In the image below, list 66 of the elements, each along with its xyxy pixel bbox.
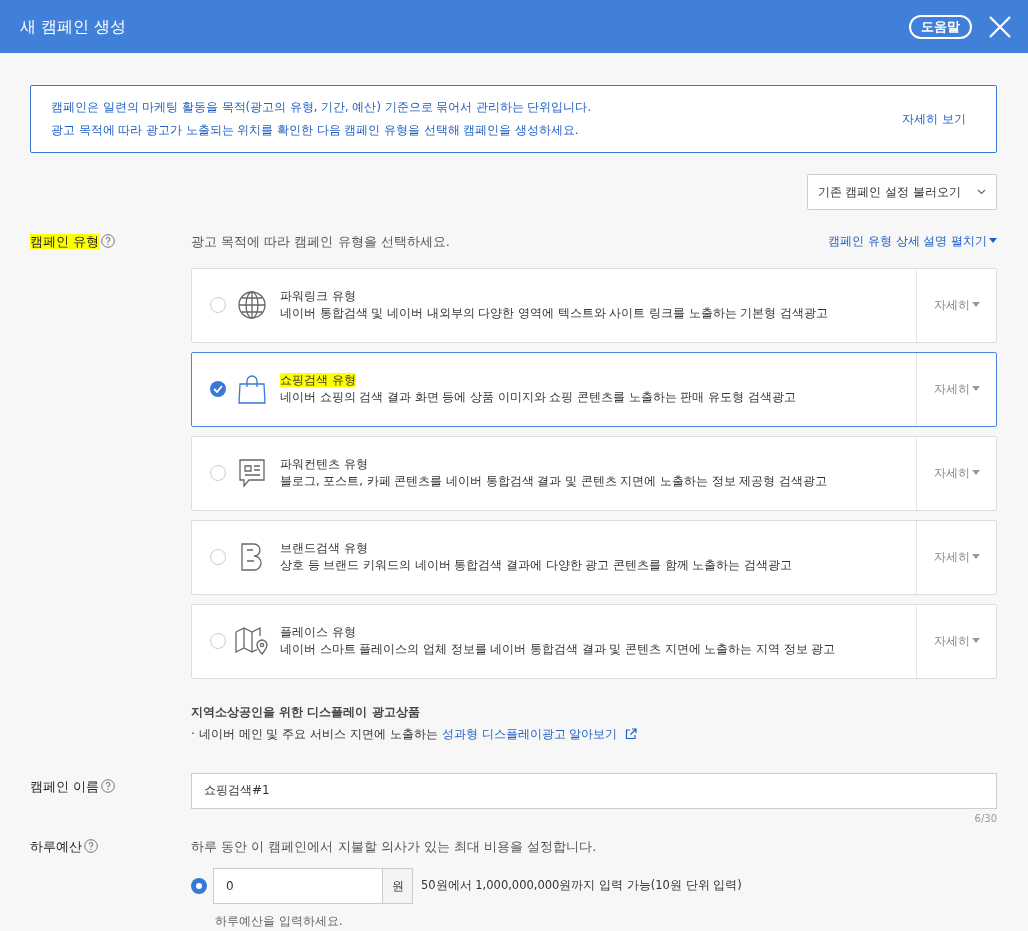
details-dropdown[interactable]: 자세히 <box>916 604 996 678</box>
campaign-type-option[interactable]: 브랜드검색 유형 상호 등 브랜드 키워드의 네이버 통합검색 결과에 다양한 광고 콘텐츠를 함께 노출하는 검색광고 자세히 <box>191 519 997 595</box>
info-text: 캠페인은 일련의 마케팅 활동을 목적(광고의 유형, 기간, 예산) 기준으로 묶어서 관리하는 단위입니다. <box>51 99 593 116</box>
radio-button[interactable] <box>210 381 226 397</box>
window-title: 새 캠페인 생성 <box>20 15 128 38</box>
hint-text: 광고 목적에 따라 캠페인 유형을 선택하세요. <box>191 233 450 251</box>
details-dropdown[interactable]: 자세히 <box>916 352 996 426</box>
caret-icon <box>971 302 980 307</box>
option-title: 브랜드검색 유형 <box>280 540 369 558</box>
check-icon <box>213 385 223 393</box>
help-button[interactable]: 도움말 <box>909 14 972 39</box>
field-label: 캠페인 이름 <box>30 778 100 794</box>
field-label: 하루예산 <box>30 838 82 854</box>
load-settings-dropdown[interactable]: 기존 캠페인 설정 불러오기 <box>806 174 997 210</box>
option-title: 쇼핑검색 유형 <box>280 372 357 390</box>
budget-input[interactable]: 0 <box>213 868 383 904</box>
caret-icon <box>989 238 997 244</box>
radio-button[interactable] <box>191 878 207 894</box>
campaign-type-option[interactable]: 파워컨텐츠 유형 블로그, 포스트, 카페 콘텐츠를 네이버 통합검색 결과 및 콘텐츠 지면에 노출하는 정보 제공형 검색광고 자세히 <box>191 435 997 511</box>
details-dropdown[interactable]: 자세히 <box>916 268 996 342</box>
speech-bubble-icon <box>238 458 266 488</box>
letter-b-icon <box>239 542 265 572</box>
radio-button[interactable] <box>210 465 226 481</box>
caret-icon <box>971 554 980 559</box>
bullet: · <box>191 725 195 743</box>
chevron-down-icon <box>977 189 986 195</box>
caret-icon <box>971 638 980 643</box>
radio-button[interactable] <box>210 297 226 313</box>
radio-button[interactable] <box>210 549 226 565</box>
details-link[interactable]: 자세히 보기 <box>902 110 966 128</box>
caret-icon <box>971 386 980 391</box>
option-description: 상호 등 브랜드 키워드의 네이버 통합검색 결과에 다양한 광고 콘텐츠를 함께 노출하는 검색광고 <box>280 557 792 575</box>
character-counter: 6/30 <box>974 812 997 824</box>
option-description: 블로그, 포스트, 카페 콘텐츠를 네이버 통합검색 결과 및 콘텐츠 지면에 노출하는 정보 제공형 검색광고 <box>280 473 827 491</box>
option-title: 플레이스 유형 <box>280 624 357 642</box>
currency-unit: 원 <box>383 868 413 904</box>
note-text: 네이버 메인 및 주요 서비스 지면에 노출하는 <box>198 725 438 743</box>
radio-button[interactable] <box>210 633 226 649</box>
external-link-icon <box>625 727 638 740</box>
display-ad-link[interactable]: 성과형 디스플레이광고 알아보기 <box>441 724 638 743</box>
option-description: 네이버 스마트 플레이스의 업체 정보를 네이버 통합검색 결과 및 콘텐츠 지면에 노출하는 지역 정보 광고 <box>280 641 836 659</box>
caret-icon <box>971 470 980 475</box>
option-description: 네이버 통합검색 및 네이버 내외부의 다양한 영역에 텍스트와 사이트 링크를 노출하는 기본형 검색광고 <box>280 305 828 323</box>
help-icon[interactable] <box>101 234 116 248</box>
campaign-type-option[interactable]: 플레이스 유형 네이버 스마트 플레이스의 업체 정보를 네이버 통합검색 결과 및 콘텐츠 지면에 노출하는 지역 정보 광고 자세히 <box>191 603 997 679</box>
details-dropdown[interactable]: 자세히 <box>916 436 996 510</box>
details-dropdown[interactable]: 자세히 <box>916 520 996 594</box>
help-icon[interactable] <box>101 778 116 793</box>
error-message: 하루예산을 입력하세요. <box>215 914 343 928</box>
option-title: 파워컨텐츠 유형 <box>280 456 369 474</box>
hint-text: 하루 동안 이 캠페인에서 지불할 의사가 있는 최대 비용을 설정합니다. <box>191 837 598 856</box>
info-text: 광고 목적에 따라 광고가 노출되는 위치를 확인한 다음 캠페인 유형을 선택해 캠페인을 생성하세요. <box>51 122 580 139</box>
option-description: 네이버 쇼핑의 검색 결과 화면 등에 상품 이미지와 쇼핑 콘텐츠를 노출하는 판매 유도형 검색광고 <box>280 389 796 407</box>
help-icon[interactable] <box>84 838 98 853</box>
map-pin-icon <box>235 626 269 656</box>
globe-icon <box>237 290 267 320</box>
name-input[interactable]: 쇼핑검색#1 <box>191 772 997 809</box>
campaign-type-option[interactable]: 파워링크 유형 네이버 통합검색 및 네이버 내외부의 다양한 영역에 텍스트와 사이트 링크를 노출하는 기본형 검색광고 자세히 <box>191 267 997 343</box>
shopping-bag-icon <box>238 374 266 404</box>
option-title: 파워링크 유형 <box>280 288 357 306</box>
note-title: 지역소상공인을 위한 디스플레이 광고상품 <box>191 703 421 721</box>
campaign-type-option[interactable]: 쇼핑검색 유형 네이버 쇼핑의 검색 결과 화면 등에 상품 이미지와 쇼핑 콘텐츠를 노출하는 판매 유도형 검색광고 자세히 <box>191 351 997 427</box>
close-button[interactable] <box>988 14 1012 39</box>
range-note: 50원에서 1,000,000,000원까지 입력 가능(10원 단위 입력) <box>421 877 742 895</box>
expand-link[interactable]: 캠페인 유형 상세 설명 펼치기 <box>828 233 997 251</box>
field-label: 캠페인 유형 <box>30 234 100 249</box>
